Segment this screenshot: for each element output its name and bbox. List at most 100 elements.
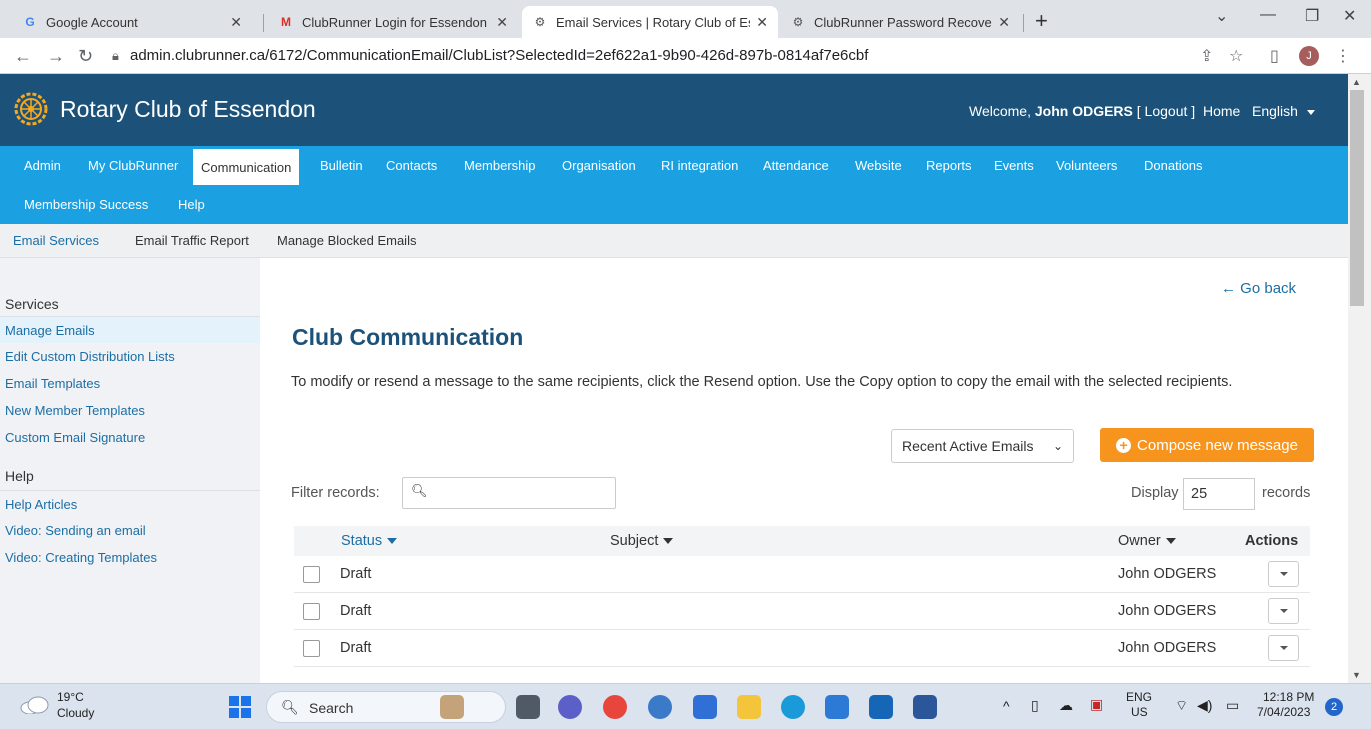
email-filter-select[interactable]: Recent Active Emails ⌄ bbox=[891, 429, 1074, 463]
minimize-icon[interactable]: — bbox=[1260, 6, 1276, 24]
nav-volunteers[interactable]: Volunteers bbox=[1048, 149, 1125, 181]
sidebar-item-custom-email-signature[interactable]: Custom Email Signature bbox=[5, 430, 145, 445]
compose-new-message-button[interactable]: + Compose new message bbox=[1100, 428, 1314, 462]
sidebar-item-edit-custom-distribution-lists[interactable]: Edit Custom Distribution Lists bbox=[5, 349, 175, 364]
nav-organisation[interactable]: Organisation bbox=[554, 149, 644, 181]
clock-date[interactable]: 7/04/2023 bbox=[1257, 705, 1310, 719]
close-icon[interactable]: ✕ bbox=[230, 14, 242, 31]
restore-icon[interactable]: ❐ bbox=[1305, 6, 1319, 26]
scroll-down-icon[interactable]: ▼ bbox=[1352, 670, 1361, 680]
rotary-wheel-icon[interactable] bbox=[14, 92, 48, 126]
nav-membership[interactable]: Membership bbox=[456, 149, 544, 181]
logout-link[interactable]: [ Logout ] bbox=[1137, 103, 1195, 119]
language-selector[interactable]: English bbox=[1252, 103, 1298, 119]
row-checkbox[interactable] bbox=[303, 603, 320, 620]
forward-arrow-icon[interactable]: → bbox=[47, 46, 65, 67]
power-automate-icon[interactable] bbox=[693, 695, 717, 719]
battery-icon[interactable]: ▭ bbox=[1226, 697, 1239, 714]
sidebar-item-manage-emails[interactable]: Manage Emails bbox=[0, 317, 260, 343]
filter-records-input[interactable]: 🔍︎ bbox=[402, 477, 616, 509]
nav-website[interactable]: Website bbox=[847, 149, 910, 181]
display-count-input[interactable]: 25 bbox=[1183, 478, 1255, 510]
nav-my-clubrunner[interactable]: My ClubRunner bbox=[80, 149, 186, 181]
site-title[interactable]: Rotary Club of Essendon bbox=[60, 96, 316, 123]
profile-avatar[interactable]: J bbox=[1299, 46, 1319, 66]
window-close-icon[interactable]: ✕ bbox=[1343, 6, 1356, 26]
lock-icon[interactable]: 🔒︎ bbox=[112, 48, 119, 64]
subnav-email-services[interactable]: Email Services bbox=[13, 233, 99, 248]
close-icon[interactable]: ✕ bbox=[998, 14, 1010, 31]
row-checkbox[interactable] bbox=[303, 566, 320, 583]
volume-icon[interactable]: ◀) bbox=[1197, 697, 1212, 714]
sidebar-item-help-articles[interactable]: Help Articles bbox=[5, 497, 77, 512]
subnav-email-traffic-report[interactable]: Email Traffic Report bbox=[135, 233, 249, 248]
scroll-up-icon[interactable]: ▲ bbox=[1352, 77, 1361, 87]
tab-email-services[interactable]: ⚙ Email Services | Rotary Club of Es ✕ bbox=[522, 6, 778, 38]
scrollbar-thumb[interactable] bbox=[1350, 90, 1364, 306]
taskbar-search[interactable]: 🔍︎ Search bbox=[266, 691, 506, 723]
subnav-manage-blocked-emails[interactable]: Manage Blocked Emails bbox=[277, 233, 416, 248]
share-icon[interactable]: ⇪ bbox=[1200, 46, 1213, 66]
notification-badge[interactable]: 2 bbox=[1325, 698, 1343, 716]
reload-icon[interactable]: ↻ bbox=[78, 46, 93, 67]
task-view-icon[interactable] bbox=[516, 695, 540, 719]
chevron-up-icon[interactable]: ^ bbox=[1003, 698, 1010, 714]
sidebar-item-video-sending-email[interactable]: Video: Sending an email bbox=[5, 523, 146, 538]
cloud-icon[interactable] bbox=[20, 696, 50, 714]
nav-reports[interactable]: Reports bbox=[918, 149, 980, 181]
nav-donations[interactable]: Donations bbox=[1136, 149, 1211, 181]
clock-time[interactable]: 12:18 PM bbox=[1263, 690, 1314, 704]
back-arrow-icon[interactable]: ← bbox=[14, 46, 32, 67]
word-icon[interactable] bbox=[913, 695, 937, 719]
url-field[interactable]: admin.clubrunner.ca/6172/CommunicationEm… bbox=[130, 47, 868, 64]
sidebar-item-email-templates[interactable]: Email Templates bbox=[5, 376, 100, 391]
input-lang[interactable]: ENG bbox=[1126, 690, 1152, 704]
nav-ri-integration[interactable]: RI integration bbox=[653, 149, 746, 181]
tab-google-account[interactable]: G Google Account ✕ bbox=[12, 6, 252, 38]
nav-bulletin[interactable]: Bulletin bbox=[312, 149, 371, 181]
sidebar-item-new-member-templates[interactable]: New Member Templates bbox=[5, 403, 145, 418]
nav-membership-success[interactable]: Membership Success bbox=[16, 188, 156, 220]
go-back-link[interactable]: ← Go back bbox=[1221, 280, 1296, 297]
chrome-icon[interactable] bbox=[603, 695, 627, 719]
nav-contacts[interactable]: Contacts bbox=[378, 149, 445, 181]
windows-start-icon[interactable] bbox=[229, 696, 251, 718]
mail-icon[interactable] bbox=[869, 695, 893, 719]
store-icon[interactable] bbox=[825, 695, 849, 719]
media-player-icon[interactable] bbox=[648, 695, 672, 719]
nav-attendance[interactable]: Attendance bbox=[755, 149, 837, 181]
tab-search-chevron-icon[interactable]: ⌄ bbox=[1215, 6, 1228, 26]
file-explorer-icon[interactable] bbox=[737, 695, 761, 719]
row-actions-dropdown[interactable] bbox=[1268, 635, 1299, 661]
onedrive-icon[interactable]: ☁ bbox=[1059, 697, 1073, 714]
column-owner[interactable]: Owner bbox=[1118, 533, 1176, 549]
usb-icon[interactable]: ▯ bbox=[1031, 697, 1039, 714]
input-region[interactable]: US bbox=[1131, 705, 1148, 719]
nav-events[interactable]: Events bbox=[986, 149, 1042, 181]
row-actions-dropdown[interactable] bbox=[1268, 598, 1299, 624]
close-icon[interactable]: ✕ bbox=[756, 14, 768, 31]
nav-admin[interactable]: Admin bbox=[16, 149, 69, 181]
kebab-menu-icon[interactable]: ⋮ bbox=[1335, 46, 1351, 66]
tab-password-recovery[interactable]: ⚙ ClubRunner Password Recovery E ✕ bbox=[780, 6, 1020, 38]
nav-communication[interactable]: Communication bbox=[193, 149, 300, 185]
sidebar-item-video-creating-templates[interactable]: Video: Creating Templates bbox=[5, 550, 157, 565]
side-panel-icon[interactable]: ▯ bbox=[1270, 46, 1279, 66]
column-subject[interactable]: Subject bbox=[610, 533, 674, 549]
nav-help[interactable]: Help bbox=[170, 188, 213, 220]
new-tab-icon[interactable]: + bbox=[1035, 8, 1048, 34]
weather-desc[interactable]: Cloudy bbox=[57, 706, 94, 720]
bookmark-star-icon[interactable]: ☆ bbox=[1229, 46, 1243, 66]
home-link[interactable]: Home bbox=[1203, 103, 1240, 119]
teams-chat-icon[interactable] bbox=[558, 695, 582, 719]
row-checkbox[interactable] bbox=[303, 640, 320, 657]
antivirus-icon[interactable]: ▣ bbox=[1090, 696, 1103, 713]
search-highlight-icon[interactable] bbox=[440, 695, 464, 719]
tab-clubrunner-login[interactable]: M ClubRunner Login for Essendon \ ✕ bbox=[268, 6, 518, 38]
wifi-icon[interactable]: ⌔ bbox=[1175, 697, 1188, 715]
weather-temp[interactable]: 19°C bbox=[57, 690, 84, 704]
edge-icon[interactable] bbox=[781, 695, 805, 719]
row-actions-dropdown[interactable] bbox=[1268, 561, 1299, 587]
close-icon[interactable]: ✕ bbox=[496, 14, 508, 31]
column-status[interactable]: Status bbox=[341, 533, 398, 549]
